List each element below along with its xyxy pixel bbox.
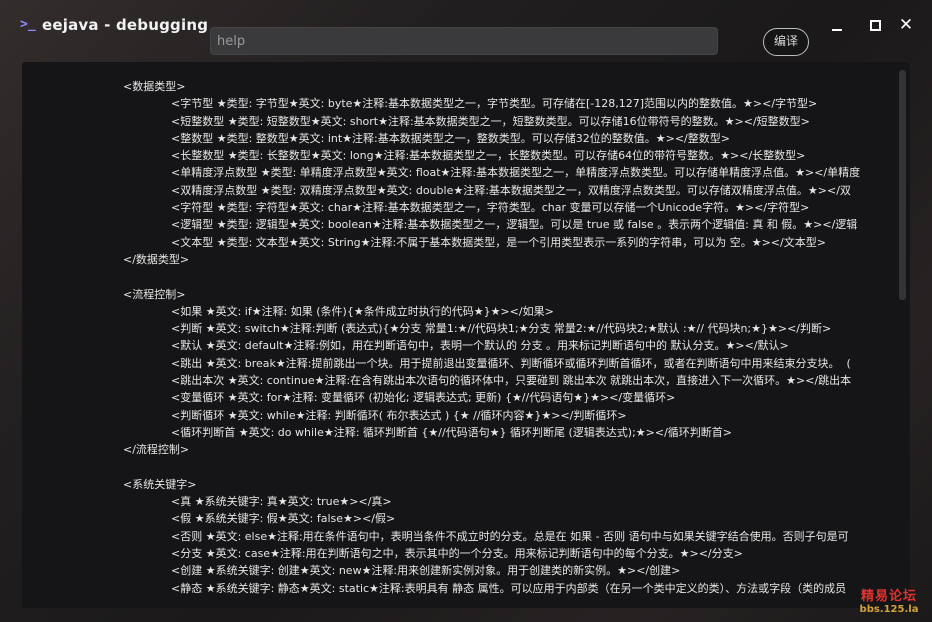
code-line[interactable]: <文本型 ★类型: 文本型★英文: String★注释:不属于基本数据类型，是一… [123, 234, 910, 251]
code-line[interactable]: <流程控制> [123, 286, 910, 303]
close-icon[interactable]: ✕ [896, 15, 916, 35]
code-line[interactable]: <变量循环 ★英文: for★注释: 变量循环 (初始化; 逻辑表达式; 更新)… [123, 389, 910, 406]
code-line[interactable]: <字节型 ★类型: 字节型★英文: byte★注释:基本数据类型之一，字节类型。… [123, 95, 910, 112]
code-line[interactable]: <数据类型> [123, 78, 910, 95]
code-line[interactable]: <如果 ★英文: if★注释: 如果 (条件){★条件成立时执行的代码★}★><… [123, 303, 910, 320]
watermark-url: bbs.125.la [859, 604, 919, 615]
window-title: eejava - debugging [42, 16, 209, 34]
code-line[interactable] [123, 268, 910, 285]
code-line[interactable]: <跳出 ★英文: break★注释:提前跳出一个块。用于提前退出变量循环、判断循… [123, 355, 910, 372]
code-line[interactable]: <跳出本次 ★英文: continue★注释:在含有跳出本次语句的循环体中，只要… [123, 372, 910, 389]
code-line[interactable]: </流程控制> [123, 441, 910, 458]
minimize-icon[interactable] [827, 15, 847, 35]
code-line[interactable]: <单精度浮点数型 ★类型: 单精度浮点数型★英文: float★注释:基本数据类… [123, 164, 910, 181]
code-line[interactable]: <假 ★系统关键字: 假★英文: false★></假> [123, 510, 910, 527]
maximize-icon[interactable] [865, 15, 885, 35]
terminal-prompt-icon: >_ [20, 17, 36, 32]
code-line[interactable]: <长整数型 ★类型: 长整数型★英文: long★注释:基本数据类型之一，长整数… [123, 147, 910, 164]
code-line[interactable]: <逻辑型 ★类型: 逻辑型★英文: boolean★注释:基本数据类型之一，逻辑… [123, 216, 910, 233]
code-line[interactable]: <分支 ★英文: case★注释:用在判断语句之中，表示其中的一个分支。用来标记… [123, 545, 910, 562]
code-line[interactable]: <判断循环 ★英文: while★注释: 判断循环( 布尔表达式 ) {★ //… [123, 407, 910, 424]
code-line[interactable]: </数据类型> [123, 251, 910, 268]
compile-button[interactable]: 编译 [763, 28, 809, 56]
code-line[interactable]: <循环判断首 ★英文: do while★注释: 循环判断首 {★//代码语句★… [123, 424, 910, 441]
code-editor[interactable]: <数据类型> <字节型 ★类型: 字节型★英文: byte★注释:基本数据类型之一… [22, 62, 910, 608]
code-line[interactable]: <否则 ★英文: else★注释:用在条件语句中，表明当条件不成立时的分支。总是… [123, 528, 910, 545]
code-line[interactable]: <静态 ★系统关键字: 静态★英文: static★注释:表明具有 静态 属性。… [123, 580, 910, 597]
code-line[interactable]: <创建 ★系统关键字: 创建★英文: new★注释:用来创建新实例对象。用于创建… [123, 562, 910, 579]
code-line[interactable]: <双精度浮点数型 ★类型: 双精度浮点数型★英文: double★注释:基本数据… [123, 182, 910, 199]
watermark-logo: 精易论坛 bbs.125.la [850, 585, 928, 619]
app-window: >_ eejava - debugging help 编译 ✕ <数据类型> <字… [0, 0, 932, 622]
search-input[interactable]: help [210, 27, 718, 55]
code-line[interactable]: <判断 ★英文: switch★注释:判断 (表达式){★分支 常量1:★//代… [123, 320, 910, 337]
title-bar: >_ eejava - debugging help 编译 ✕ [0, 0, 932, 60]
vertical-scrollbar[interactable] [899, 70, 906, 300]
code-content[interactable]: <数据类型> <字节型 ★类型: 字节型★英文: byte★注释:基本数据类型之一… [123, 78, 910, 597]
code-line[interactable] [123, 459, 910, 476]
code-line[interactable]: <系统关键字> [123, 476, 910, 493]
code-line[interactable]: <真 ★系统关键字: 真★英文: true★></真> [123, 493, 910, 510]
code-line[interactable]: <短整数型 ★类型: 短整数型★英文: short★注释:基本数据类型之一，短整… [123, 113, 910, 130]
code-line[interactable]: <整数型 ★类型: 整数型★英文: int★注释:基本数据类型之一，整数类型。可… [123, 130, 910, 147]
watermark-title: 精易论坛 [860, 589, 917, 604]
code-line[interactable]: <默认 ★英文: default★注释:例如，用在判断语句中，表明一个默认的 分… [123, 337, 910, 354]
code-line[interactable]: <字符型 ★类型: 字符型★英文: char★注释:基本数据类型之一，字符类型。… [123, 199, 910, 216]
